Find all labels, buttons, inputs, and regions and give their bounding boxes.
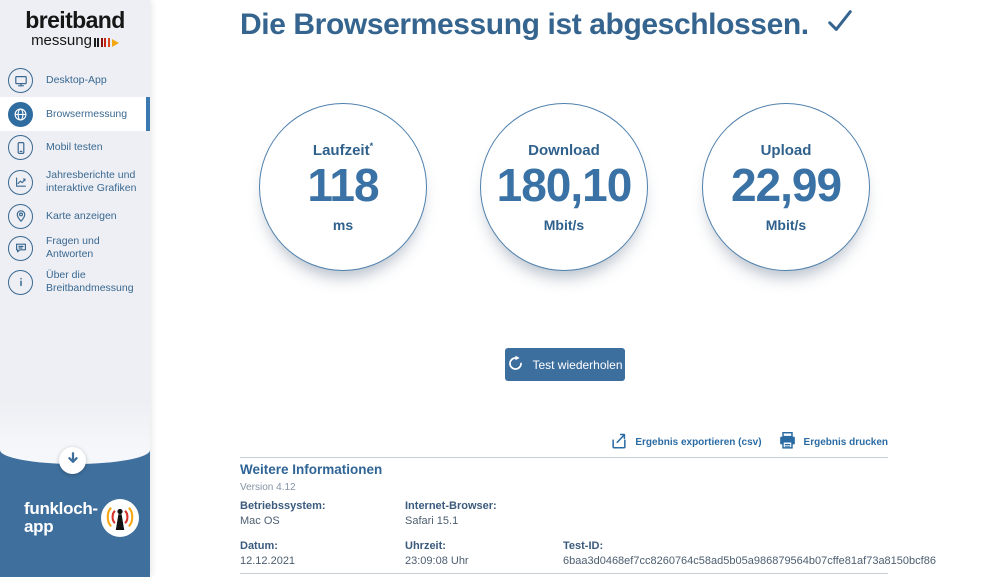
result-unit: ms (332, 216, 354, 233)
info-icon (8, 269, 33, 295)
result-unit: Mbit/s (543, 216, 585, 233)
refresh-icon (507, 355, 524, 375)
field-label: Internet-Browser: (405, 500, 497, 512)
sidebar-item-jahresberichte[interactable]: Jahresberichte und interaktive Grafiken (0, 164, 150, 200)
field-value: Safari 15.1 (405, 515, 459, 527)
export-csv-link[interactable]: Ergebnis exportieren (csv) (610, 432, 762, 453)
repeat-test-label: Test wiederholen (532, 357, 623, 372)
sidebar-fade (0, 402, 150, 450)
checkmark-icon (826, 7, 854, 43)
field-label: Test-ID: (563, 540, 604, 552)
smartphone-icon (8, 135, 33, 160)
result-label: Upload (760, 142, 812, 160)
export-csv-label: Ergebnis exportieren (csv) (635, 436, 762, 448)
field-browser: Internet-Browser: Safari 15.1 (405, 500, 497, 527)
sidebar-item-browsermessung[interactable]: Browsermessung (0, 97, 150, 131)
result-label: Download (528, 142, 600, 160)
logo-text-messung: messung (31, 32, 92, 49)
version-text: Version 4.12 (240, 482, 296, 493)
result-actions: Ergebnis exportieren (csv) Ergebnis druc… (610, 431, 888, 453)
field-label: Betriebssystem: (240, 500, 326, 512)
result-circle-upload: Upload 22,99 Mbit/s (702, 103, 870, 271)
sidebar-item-fragen-antworten[interactable]: Fragen und Antworten (0, 232, 150, 264)
print-link[interactable]: Ergebnis drucken (778, 431, 888, 453)
sidebar-item-label: Über die Breitbandmessung (46, 269, 134, 294)
logo-text-messung-row: messung (0, 33, 150, 48)
result-label: Laufzeit* (312, 141, 374, 160)
result-value: 180,10 (496, 159, 633, 212)
down-arrow-icon (65, 450, 81, 471)
field-value: 12.12.2021 (240, 555, 296, 567)
divider (240, 573, 888, 574)
field-value: 6baa3d0468ef7cc8260764c58ad5b05a98687956… (563, 555, 936, 567)
sidebar-item-label: Fragen und Antworten (46, 235, 100, 260)
logo-text-breitband: breitband (25, 7, 125, 33)
main-content: Die Browsermessung ist abgeschlossen. La… (150, 0, 999, 577)
sidebar-item-desktop-app[interactable]: Desktop-App (0, 64, 150, 97)
printer-icon (778, 431, 797, 453)
monitor-icon (8, 68, 33, 93)
result-value: 22,99 (730, 159, 842, 212)
field-testid: Test-ID: 6baa3d0468ef7cc8260764c58ad5b05… (563, 540, 936, 567)
field-label: Uhrzeit: (405, 540, 446, 552)
field-value: 23:09:08 Uhr (405, 555, 469, 567)
page-title-text: Die Browsermessung ist abgeschlossen. (240, 8, 809, 41)
result-unit: Mbit/s (765, 216, 807, 233)
field-date: Datum: 12.12.2021 (240, 540, 295, 567)
scroll-down-button[interactable] (59, 447, 86, 474)
field-os: Betriebssystem: Mac OS (240, 500, 326, 527)
signal-bars-icon (93, 38, 110, 47)
funkloch-app-banner[interactable]: funkloch- app (0, 499, 150, 537)
chat-icon (8, 235, 33, 261)
result-circle-laufzeit: Laufzeit* 118 ms (259, 103, 427, 271)
divider (240, 457, 888, 458)
app-logo: breitband messung (0, 0, 150, 64)
arrow-right-icon (111, 38, 119, 47)
sidebar-item-karte-anzeigen[interactable]: Karte anzeigen (0, 200, 150, 232)
sidebar-item-label: Mobil testen (46, 141, 103, 154)
sidebar-menu: Desktop-App Browsermessung Mobil testen (0, 64, 150, 300)
field-label: Datum: (240, 540, 278, 552)
page-title: Die Browsermessung ist abgeschlossen. (240, 7, 854, 43)
result-value: 118 (307, 159, 379, 212)
info-heading: Weitere Informationen (240, 462, 383, 477)
print-label: Ergebnis drucken (803, 436, 888, 448)
export-icon (610, 432, 628, 453)
field-value: Mac OS (240, 515, 280, 527)
antenna-icon (100, 499, 139, 537)
field-time: Uhrzeit: 23:09:08 Uhr (405, 540, 469, 567)
result-circle-download: Download 180,10 Mbit/s (480, 103, 648, 271)
sidebar-item-label: Karte anzeigen (46, 209, 117, 222)
sidebar-item-mobil-testen[interactable]: Mobil testen (0, 131, 150, 164)
globe-icon (8, 101, 33, 127)
repeat-test-button[interactable]: Test wiederholen (505, 348, 625, 381)
sidebar-item-label: Browsermessung (46, 107, 128, 120)
sidebar-item-label: Desktop-App (46, 74, 107, 87)
sidebar-item-label: Jahresberichte und interaktive Grafiken (46, 169, 137, 194)
chart-icon (8, 169, 33, 195)
sidebar: breitband messung Desktop-App Browsermes… (0, 0, 150, 577)
app-window: breitband messung Desktop-App Browsermes… (0, 0, 999, 577)
map-pin-icon (8, 203, 33, 229)
sidebar-item-ueber-breitbandmessung[interactable]: Über die Breitbandmessung (0, 264, 150, 300)
funkloch-app-label: funkloch- app (24, 498, 98, 536)
